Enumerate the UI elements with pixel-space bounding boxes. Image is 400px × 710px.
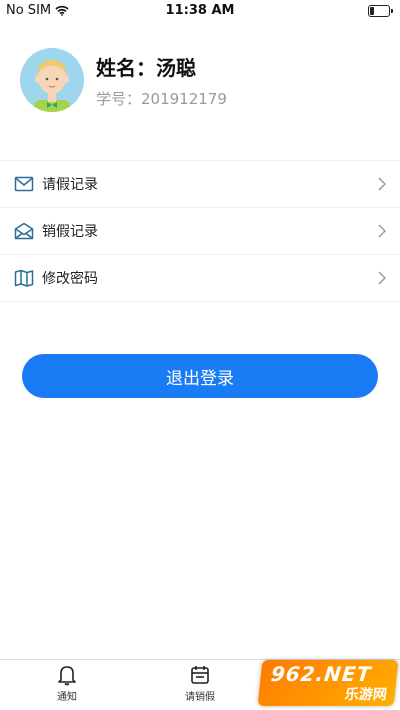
profile-header: 姓名：汤聪 学号：201912179: [20, 40, 380, 120]
tab-label: 通知: [57, 692, 77, 703]
menu-item-change-password[interactable]: 修改密码: [0, 255, 400, 302]
battery-icon: [368, 5, 393, 17]
tab-leave[interactable]: 请销假: [165, 664, 235, 703]
menu-item-label: 销假记录: [42, 224, 98, 240]
status-bar: No SIM 11:38 AM: [0, 0, 400, 22]
student-id: 学号：201912179: [96, 90, 227, 108]
user-name: 姓名：汤聪: [96, 56, 196, 80]
calendar-icon: [191, 666, 209, 684]
menu-item-leave-records[interactable]: 请假记录: [0, 161, 400, 208]
avatar-illustration-icon: [34, 60, 70, 112]
mail-icon: [14, 176, 34, 192]
watermark-text-top: 962.NET: [269, 662, 373, 686]
bell-icon: [58, 666, 76, 686]
tab-notifications[interactable]: 通知: [32, 664, 102, 703]
watermark-text-bottom: 乐游网: [343, 687, 388, 703]
chevron-right-icon: [378, 177, 386, 191]
settings-menu: 请假记录 销假记录 修改密码: [0, 160, 400, 302]
menu-item-label: 修改密码: [42, 271, 98, 287]
status-time: 11:38 AM: [165, 3, 235, 18]
chevron-right-icon: [378, 224, 386, 238]
map-icon: [14, 269, 34, 287]
tab-label: 请销假: [185, 692, 215, 703]
menu-item-label: 请假记录: [42, 177, 98, 193]
watermark-logo: 962.NET 乐游网: [257, 660, 399, 706]
avatar: [20, 48, 84, 112]
logout-button[interactable]: 退出登录: [22, 354, 378, 398]
menu-item-cancel-leave-records[interactable]: 销假记录: [0, 208, 400, 255]
chevron-right-icon: [378, 271, 386, 285]
mail-open-icon: [14, 222, 34, 240]
